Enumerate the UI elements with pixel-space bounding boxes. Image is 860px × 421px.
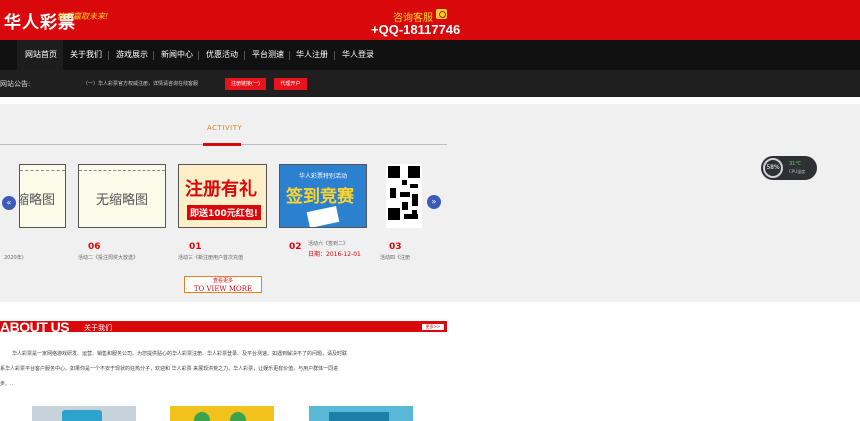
cpu-label: CPU温度 — [789, 169, 806, 174]
cpu-usage: 58% — [763, 158, 783, 178]
activity-caption[interactable]: 活动三《新注册用户首次充值 — [178, 254, 243, 261]
nav-home[interactable]: 网站首页 — [17, 40, 63, 70]
signin-banner-top: 华人彩票特别活动 — [298, 173, 347, 180]
thumbnail-art — [194, 412, 210, 421]
activity-number: 03 — [389, 242, 402, 252]
site-header: 华人彩票 快乐赢取未来! 咨询客服 +QQ-18117746 — [0, 0, 860, 40]
activity-title: ACTIVITY — [207, 124, 243, 132]
nav-about[interactable]: 关于我们 — [70, 40, 102, 70]
qr-code-icon — [386, 164, 422, 228]
nav-separator — [198, 51, 199, 60]
nav-speed-test[interactable]: 平台测速 — [252, 40, 284, 70]
cpu-widget[interactable]: 58% 31℃ CPU温度 — [761, 156, 817, 180]
about-thumbnail[interactable] — [170, 406, 274, 421]
thumbnail-art — [329, 412, 389, 421]
register-banner-title: 注册有礼 — [185, 179, 257, 200]
about-line: 步。.. — [0, 381, 14, 387]
view-more-cn: 查看更多 — [212, 278, 233, 284]
register-banner-subtitle: 即送100元红包! — [187, 205, 261, 220]
nav-separator — [153, 51, 154, 60]
thumbnail-art — [230, 412, 246, 421]
notice-label: 网站公告: — [0, 80, 31, 88]
qq-icon[interactable] — [436, 9, 447, 19]
paper-illustration — [306, 206, 340, 227]
about-thumbnail[interactable] — [309, 406, 413, 421]
nav-separator — [334, 51, 335, 60]
about-line: 系华人彩票平台客户服务中心。如果你是一个不安于现状的狂热分子，欢迎和 华人彩票 … — [0, 366, 339, 372]
card-border-line — [20, 170, 65, 171]
logo-slogan: 快乐赢取未来! — [57, 12, 109, 21]
nav-separator — [244, 51, 245, 60]
nav-games[interactable]: 游戏展示 — [116, 40, 148, 70]
notice-text: （一）华人彩票官方权威注册，详情请咨询在线客服 — [83, 81, 199, 87]
activity-card-signin[interactable]: 华人彩票特别活动 签到竞赛 — [279, 164, 367, 228]
view-more-en: TO VIEW MORE — [193, 285, 253, 293]
activity-number: 02 — [289, 242, 302, 252]
activity-number: 06 — [88, 242, 101, 252]
about-title-cn: 关于我们 — [84, 324, 112, 332]
page: 华人彩票 快乐赢取未来! 咨询客服 +QQ-18117746 网站首页 关于我们… — [0, 0, 860, 421]
card-border-line — [79, 170, 165, 171]
activity-caption[interactable]: 活动六《签到二》 — [308, 240, 348, 247]
about-more-button[interactable]: 更多>> — [422, 324, 444, 330]
nav-login[interactable]: 华人登录 — [342, 40, 374, 70]
activity-date: 日期：2016-12-01 — [308, 251, 361, 258]
activity-section: ACTIVITY « 缩略图 无缩略图 注册有礼 即送100元红包! 华人彩票特… — [0, 104, 860, 302]
nav-separator — [108, 51, 109, 60]
thumbnail-art — [62, 410, 102, 421]
carousel-prev-icon[interactable]: « — [2, 196, 16, 210]
notice-bar: 网站公告: （一）华人彩票官方权威注册，详情请咨询在线客服 注册链接(一) 代理… — [0, 70, 860, 97]
carousel-next-icon[interactable]: » — [427, 195, 441, 209]
register-link-button[interactable]: 注册链接(一) — [225, 78, 266, 90]
placeholder-text: 缩略图 — [19, 193, 55, 208]
activity-caption[interactable]: 2020年) — [4, 254, 24, 261]
activity-number: 01 — [189, 242, 202, 252]
view-more-button[interactable]: 查看更多 TO VIEW MORE — [184, 276, 262, 293]
contact-phone: +QQ-18117746 — [371, 22, 461, 37]
activity-caption[interactable]: 活动四《注册 — [380, 254, 410, 261]
activity-card-2[interactable]: 无缩略图 — [78, 164, 166, 228]
about-header: ABOUT US 关于我们 更多>> — [0, 319, 447, 335]
activity-card-qr[interactable] — [386, 164, 422, 228]
nav-register[interactable]: 华人注册 — [296, 40, 328, 70]
about-title-en: ABOUT US — [0, 319, 70, 335]
about-description: 华人彩票是一家网络游戏研发、运营、销售和服务公司。为您提供贴心的华人彩票注册、华… — [0, 347, 450, 392]
placeholder-text: 无缩略图 — [95, 193, 148, 208]
about-thumbnail[interactable] — [32, 406, 136, 421]
activity-card-1[interactable]: 缩略图 — [19, 164, 66, 228]
about-line: 华人彩票是一家网络游戏研发、运营、销售和服务公司。为您提供贴心的华人彩票注册、华… — [12, 351, 348, 357]
activity-card-register[interactable]: 注册有礼 即送100元红包! — [178, 164, 267, 228]
main-nav: 网站首页 关于我们 游戏展示 新闻中心 优惠活动 平台测速 华人注册 华人登录 — [0, 40, 860, 70]
signin-banner-title: 签到竞赛 — [286, 187, 354, 207]
agent-account-button[interactable]: 代理开户 — [274, 78, 307, 90]
nav-news[interactable]: 新闻中心 — [161, 40, 193, 70]
title-underline — [203, 143, 241, 146]
nav-promotions[interactable]: 优惠活动 — [206, 40, 238, 70]
activity-caption[interactable]: 活动二《投注周奖大放送》 — [78, 254, 138, 261]
cpu-temperature: 31℃ — [789, 161, 801, 167]
nav-separator — [289, 51, 290, 60]
